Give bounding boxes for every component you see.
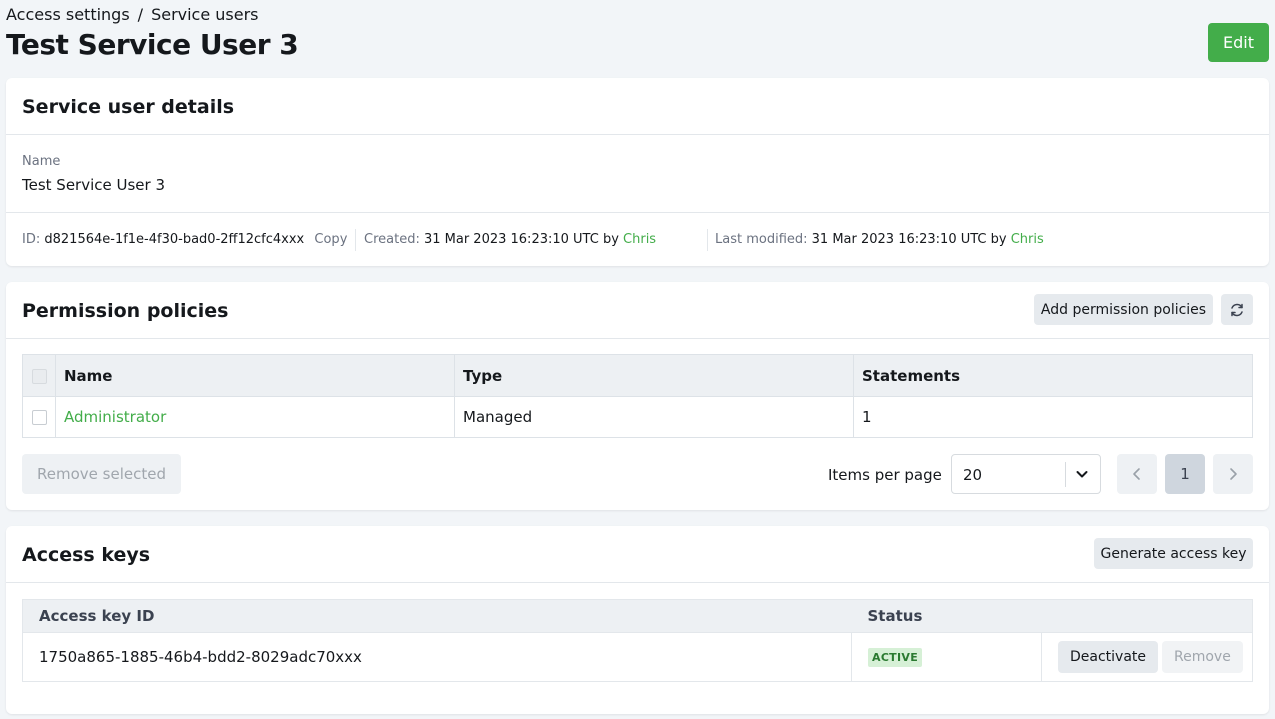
previous-page-button[interactable] (1117, 454, 1157, 494)
status-cell: ACTIVE (851, 632, 1042, 682)
divider (707, 229, 708, 251)
breadcrumb: Access settings / Service users (6, 5, 259, 24)
created-label: Created: (364, 232, 420, 247)
chevron-right-icon (1230, 468, 1237, 480)
deactivate-button[interactable]: Deactivate (1058, 641, 1159, 673)
refresh-button[interactable] (1221, 294, 1253, 325)
card-header: Permission policies Add permission polic… (6, 282, 1269, 339)
remove-selected-button[interactable]: Remove selected (22, 454, 181, 494)
next-page-button[interactable] (1213, 454, 1253, 494)
chevron-left-icon (1133, 468, 1140, 480)
id-meta: ID: d821564e-1f1e-4f30-bad0-2ff12cfc4xxx… (22, 232, 347, 247)
items-per-page-label: Items per page (828, 466, 942, 484)
modified-meta: Last modified: 31 Mar 2023 16:23:10 UTC … (715, 232, 1044, 247)
meta-row: ID: d821564e-1f1e-4f30-bad0-2ff12cfc4xxx… (6, 212, 1269, 266)
column-header-statements[interactable]: Statements (853, 354, 1253, 397)
card-title: Service user details (22, 96, 235, 118)
table-row: Administrator Managed 1 (22, 396, 1253, 438)
column-header-access-key-id: Access key ID (22, 599, 852, 633)
row-checkbox[interactable] (31, 410, 47, 425)
modified-value: 31 Mar 2023 16:23:10 UTC by (811, 232, 1007, 247)
service-user-details-card: Service user details Name Test Service U… (6, 78, 1269, 266)
breadcrumb-separator: / (137, 5, 144, 24)
select-all-checkbox[interactable] (31, 368, 47, 384)
divider (355, 229, 356, 251)
select-all-cell (22, 354, 56, 397)
column-header-name[interactable]: Name (55, 354, 455, 397)
page-title: Test Service User 3 (6, 28, 299, 61)
policy-name-cell: Administrator (55, 396, 455, 438)
select-divider (1065, 462, 1066, 487)
modified-label: Last modified: (715, 232, 808, 247)
card-title: Permission policies (22, 300, 229, 322)
access-key-id-cell: 1750a865-1885-46b4-bdd2-8029adc70xxx (22, 632, 852, 682)
name-label: Name (22, 154, 61, 169)
generate-access-key-button[interactable]: Generate access key (1094, 538, 1253, 569)
modified-by-link[interactable]: Chris (1011, 232, 1044, 247)
status-badge: ACTIVE (868, 648, 923, 667)
id-label: ID: (22, 232, 41, 247)
refresh-icon (1231, 303, 1243, 316)
copy-button[interactable]: Copy (314, 232, 347, 247)
created-value: 31 Mar 2023 16:23:10 UTC by (423, 232, 619, 247)
created-meta: Created: 31 Mar 2023 16:23:10 UTC by Chr… (364, 232, 656, 247)
created-by-link[interactable]: Chris (623, 232, 656, 247)
table-header-row: Access key ID Status (22, 599, 1253, 633)
card-header: Access keys Generate access key (6, 526, 1269, 583)
card-header: Service user details (6, 78, 1269, 135)
breadcrumb-access-settings[interactable]: Access settings (6, 5, 130, 24)
remove-button[interactable]: Remove (1162, 641, 1243, 673)
add-permission-policies-button[interactable]: Add permission policies (1034, 294, 1213, 325)
permission-policies-card: Permission policies Add permission polic… (6, 282, 1269, 510)
policy-name-link[interactable]: Administrator (64, 408, 166, 426)
card-title: Access keys (22, 544, 151, 566)
access-keys-table: Access key ID Status 1750a865-1885-46b4-… (22, 599, 1253, 682)
edit-button[interactable]: Edit (1208, 23, 1269, 62)
id-value: d821564e-1f1e-4f30-bad0-2ff12cfc4xxx (44, 232, 305, 247)
column-header-actions (1041, 599, 1253, 633)
name-value: Test Service User 3 (22, 176, 166, 194)
access-keys-card: Access keys Generate access key Access k… (6, 526, 1269, 714)
page-number-button[interactable]: 1 (1165, 454, 1205, 494)
column-header-status: Status (851, 599, 1042, 633)
column-header-type[interactable]: Type (454, 354, 854, 397)
actions-cell: Deactivate Remove (1041, 632, 1253, 682)
policy-type-cell: Managed (454, 396, 854, 438)
breadcrumb-service-users[interactable]: Service users (151, 5, 258, 24)
table-header-row: Name Type Statements (22, 354, 1253, 397)
policies-table: Name Type Statements Administrator Manag… (22, 354, 1253, 438)
items-per-page-value: 20 (963, 466, 983, 484)
chevron-down-icon (1076, 471, 1088, 478)
table-row: 1750a865-1885-46b4-bdd2-8029adc70xxx ACT… (22, 632, 1253, 682)
row-select-cell (22, 396, 56, 438)
policy-statements-cell: 1 (853, 396, 1253, 438)
items-per-page-select[interactable]: 20 (951, 454, 1101, 494)
